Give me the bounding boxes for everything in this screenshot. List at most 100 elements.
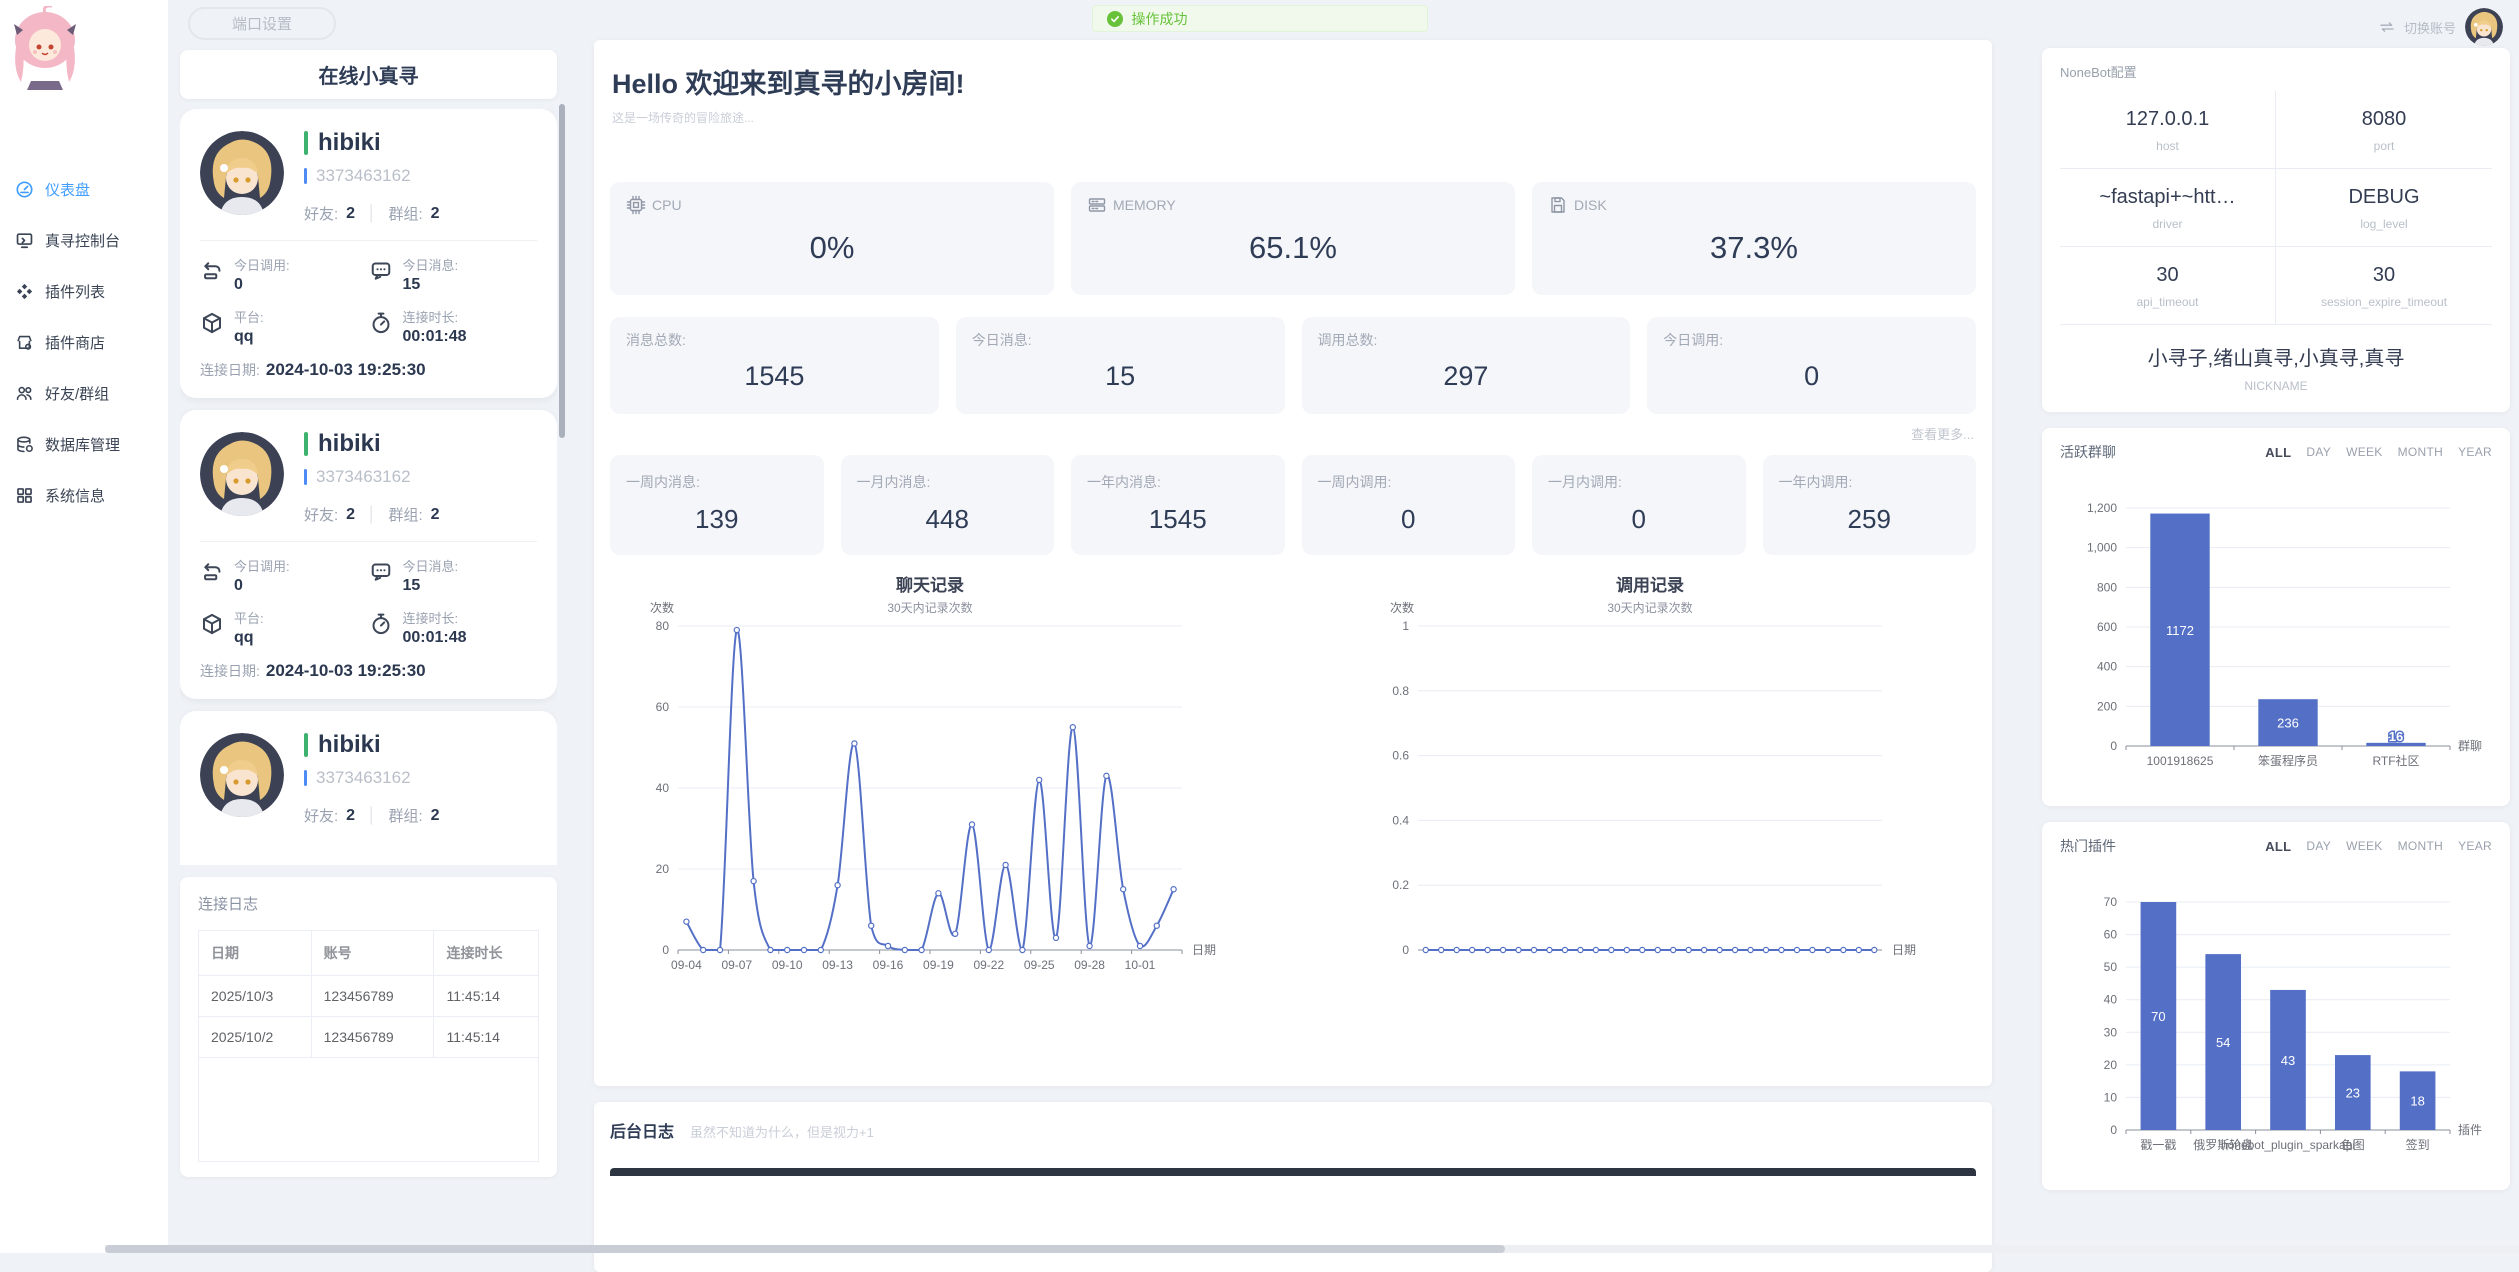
- svg-text:50: 50: [2104, 960, 2118, 974]
- call-records-line-chart[interactable]: 30天内记录次数次数00.20.40.60.81日期: [1360, 596, 1940, 996]
- today-calls-card: 今日调用: 0: [1647, 317, 1976, 414]
- today-calls-value: 0: [1663, 361, 1960, 392]
- message-icon: [369, 560, 393, 584]
- column-header-date: 日期: [199, 931, 311, 976]
- bot-panel: 端口设置 在线小真寻 hibiki 3373463162 好友:2 │ 群组:2…: [168, 0, 578, 1253]
- hot-plugins-title: 热门插件: [2060, 836, 2116, 856]
- tab-week[interactable]: WEEK: [2346, 839, 2383, 854]
- svg-text:40: 40: [656, 781, 670, 795]
- api-timeout-value: 30: [2064, 264, 2271, 287]
- bot-name: hibiki: [318, 731, 381, 759]
- log-date: 2025/10/2: [199, 1017, 311, 1058]
- svg-text:16: 16: [2389, 729, 2403, 744]
- svg-text:0: 0: [2110, 1123, 2117, 1137]
- tab-year[interactable]: YEAR: [2458, 839, 2492, 854]
- store-icon: [15, 333, 34, 352]
- today-msgs-card: 今日消息: 15: [956, 317, 1285, 414]
- today-calls-value: 0: [234, 276, 290, 294]
- bot-name: hibiki: [318, 430, 381, 458]
- sidebar-item-system-info[interactable]: 系统信息: [0, 470, 168, 521]
- groups-label: 群组:: [388, 203, 422, 224]
- horizontal-scrollbar: [105, 1245, 2519, 1253]
- avatar[interactable]: [2465, 8, 2503, 46]
- duration-label: 连接时长:: [403, 608, 467, 627]
- horizontal-scrollbar-thumb[interactable]: [105, 1245, 1505, 1253]
- sidebar-item-console[interactable]: 真寻控制台: [0, 215, 168, 266]
- console-icon: [15, 231, 34, 250]
- groups-count: 2: [431, 506, 440, 524]
- year-calls-value: 259: [1779, 504, 1961, 535]
- svg-text:60: 60: [656, 700, 670, 714]
- tab-day[interactable]: DAY: [2306, 445, 2331, 460]
- sidebar-item-database[interactable]: 数据库管理: [0, 419, 168, 470]
- sidebar-item-friends-groups[interactable]: 好友/群组: [0, 368, 168, 419]
- tab-year[interactable]: YEAR: [2458, 445, 2492, 460]
- vertical-scrollbar-thumb[interactable]: [559, 104, 565, 438]
- svg-text:日期: 日期: [1892, 943, 1916, 957]
- bot-id: 3373463162: [316, 166, 411, 186]
- toast-text: 操作成功: [1132, 9, 1188, 29]
- bot-avatar: [200, 432, 284, 516]
- log-level-label: log_level: [2280, 217, 2488, 231]
- terminal-top-bar: [610, 1168, 1976, 1176]
- friends-count: 2: [346, 807, 355, 825]
- name-accent-bar: [304, 733, 308, 757]
- week-msgs-label: 一周内消息:: [626, 472, 808, 492]
- port-settings-button[interactable]: 端口设置: [188, 7, 336, 40]
- stat-cards-row: 消息总数: 1545 今日消息: 15 调用总数: 297 今日调用: 0: [610, 317, 1976, 414]
- platform-value: qq: [234, 629, 264, 647]
- sidebar-item-plugin-store[interactable]: 插件商店: [0, 317, 168, 368]
- svg-text:23: 23: [2346, 1086, 2360, 1101]
- svg-text:236: 236: [2277, 716, 2299, 731]
- active-groups-bar-chart[interactable]: 02004006008001,0001,20011722361610019186…: [2060, 492, 2512, 792]
- hot-plugins-bar-chart[interactable]: 0102030405060707054432318戳一戳俄罗斯轮盘nonebot…: [2060, 886, 2512, 1176]
- app-logo: [8, 6, 82, 98]
- range-tabs: ALL DAY WEEK MONTH YEAR: [2265, 445, 2492, 460]
- svg-text:09-04: 09-04: [671, 958, 702, 972]
- svg-text:70: 70: [2151, 1009, 2165, 1024]
- svg-text:次数: 次数: [1390, 600, 1414, 615]
- stopwatch-icon: [369, 612, 393, 636]
- svg-text:插件: 插件: [2458, 1123, 2482, 1137]
- tab-month[interactable]: MONTH: [2398, 445, 2444, 460]
- svg-text:80: 80: [656, 619, 670, 633]
- svg-text:40: 40: [2104, 993, 2118, 1007]
- tab-month[interactable]: MONTH: [2398, 839, 2444, 854]
- svg-text:400: 400: [2097, 660, 2117, 674]
- success-toast: 操作成功: [1092, 5, 1428, 32]
- bot-avatar: [200, 131, 284, 215]
- swap-icon: [2379, 21, 2395, 33]
- connect-date-value: 2024-10-03 19:25:30: [266, 360, 426, 379]
- nav-sidebar: 仪表盘 真寻控制台 插件列表 插件商店 好友/群组 数据库管理 系统信息: [0, 0, 168, 1253]
- svg-text:0: 0: [1402, 943, 1409, 957]
- sidebar-item-dashboard[interactable]: 仪表盘: [0, 164, 168, 215]
- tab-all[interactable]: ALL: [2265, 445, 2291, 460]
- disk-icon: [1548, 195, 1568, 215]
- total-calls-card: 调用总数: 297: [1302, 317, 1631, 414]
- tab-day[interactable]: DAY: [2306, 839, 2331, 854]
- chat-records-chart-block: 聊天记录 30天内记录次数次数02040608009-0409-0709-100…: [620, 571, 1240, 996]
- month-calls-label: 一月内调用:: [1548, 472, 1730, 492]
- connect-date-label: 连接日期:: [200, 663, 260, 679]
- tab-week[interactable]: WEEK: [2346, 445, 2383, 460]
- groups-label: 群组:: [388, 504, 422, 525]
- svg-text:09-10: 09-10: [772, 958, 803, 972]
- today-msgs-label: 今日消息:: [403, 255, 459, 274]
- memory-icon: [1087, 195, 1107, 215]
- view-more-link[interactable]: 查看更多...: [610, 424, 1974, 443]
- call-chart-title: 调用记录: [1360, 571, 1940, 596]
- bot-id: 3373463162: [316, 768, 411, 788]
- config-grid: 127.0.0.1host 8080port ~fastapi+~htt…dri…: [2060, 91, 2492, 325]
- chat-records-line-chart[interactable]: 30天内记录次数次数02040608009-0409-0709-1009-130…: [620, 596, 1240, 996]
- sidebar-item-plugin-list[interactable]: 插件列表: [0, 266, 168, 317]
- svg-text:30: 30: [2104, 1025, 2118, 1039]
- id-accent-bar: [304, 770, 307, 786]
- duration-value: 00:01:48: [403, 328, 467, 346]
- tab-all[interactable]: ALL: [2265, 839, 2291, 854]
- port-label: port: [2280, 139, 2488, 153]
- total-calls-value: 297: [1318, 361, 1615, 392]
- platform-label: 平台:: [234, 307, 264, 326]
- account-switcher[interactable]: 切换账号: [2379, 8, 2503, 46]
- month-calls-card: 一月内调用: 0: [1532, 455, 1746, 555]
- database-icon: [15, 435, 34, 454]
